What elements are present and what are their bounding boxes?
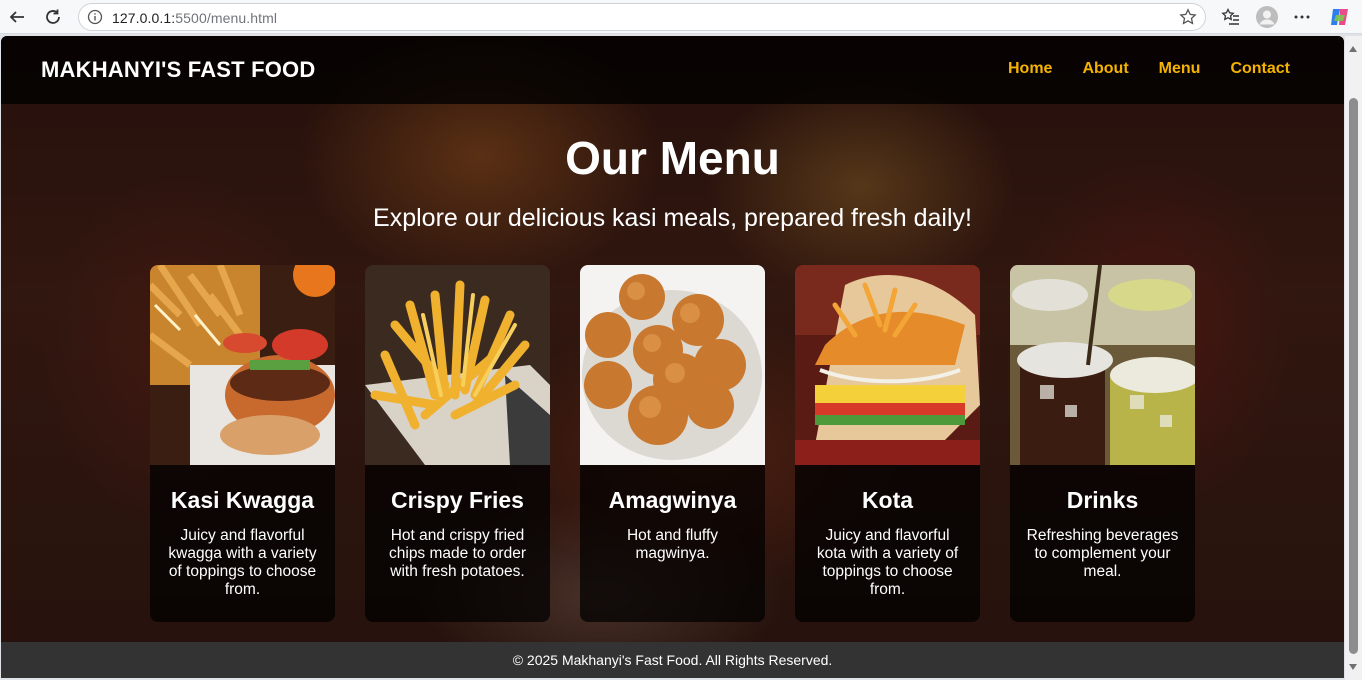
site-footer: © 2025 Makhanyi's Fast Food. All Rights … [1, 642, 1344, 678]
address-bar[interactable]: 127.0.0.1:5500/menu.html [78, 3, 1206, 31]
page-scrollbar[interactable] [1345, 36, 1362, 680]
site-info-icon[interactable] [87, 9, 103, 25]
profile-avatar-icon[interactable] [1255, 5, 1279, 29]
page-viewport: MAKHANYI'S FAST FOOD Home About Menu Con… [1, 36, 1344, 678]
menu-item-description: Hot and crispy fried chips made to order… [389, 527, 526, 580]
scrollbar-thumb[interactable] [1349, 98, 1358, 654]
nav-home-link[interactable]: Home [1008, 60, 1052, 78]
menu-item-name: Crispy Fries [391, 487, 524, 513]
menu-item-description: Hot and fluffy magwinya. [626, 527, 719, 562]
site-header: MAKHANYI'S FAST FOOD Home About Menu Con… [1, 36, 1344, 104]
page-title: Our Menu [565, 132, 780, 184]
browser-toolbar: 127.0.0.1:5500/menu.html [0, 0, 1362, 34]
menu-item-name: Amagwinya [608, 487, 737, 513]
menu-card-crispy-fries[interactable]: Crispy Fries Hot and crispy fried chips … [365, 265, 550, 622]
menu-item-name: Kasi Kwagga [170, 487, 315, 513]
back-arrow-icon[interactable] [5, 5, 29, 29]
scroll-down-arrow-icon[interactable] [1349, 664, 1357, 670]
site-logo[interactable]: MAKHANYI'S FAST FOOD [41, 57, 315, 83]
menu-item-description: Refreshing beverages to complement your … [1026, 527, 1179, 580]
menu-card-kota[interactable]: Kota Juicy and flavorful kota with a var… [795, 265, 980, 622]
menu-item-name: Kota [861, 487, 914, 513]
scroll-up-arrow-icon[interactable] [1349, 46, 1357, 52]
favorites-icon[interactable] [1219, 5, 1243, 29]
bookmark-star-icon[interactable] [1179, 8, 1197, 26]
menu-card-kasi-kwagga[interactable]: Kasi Kwagga Juicy and flavorful kwagga w… [150, 265, 335, 622]
kota-sandwich-photo [795, 265, 980, 465]
copyright-text: © 2025 Makhanyi's Fast Food. All Rights … [512, 652, 833, 668]
nav-contact-link[interactable]: Contact [1230, 60, 1290, 78]
vetkoek-bowl-photo [580, 265, 765, 465]
nav-about-link[interactable]: About [1082, 60, 1128, 78]
url-text: 127.0.0.1:5500/menu.html [112, 10, 278, 26]
burger-and-chips-photo [150, 265, 335, 465]
fries-basket-photo [365, 265, 550, 465]
copilot-icon[interactable] [1328, 5, 1352, 29]
main-nav: Home About Menu Contact [1008, 60, 1290, 78]
reload-icon[interactable] [41, 5, 65, 29]
menu-card-drinks[interactable]: Drinks Refreshing beverages to complemen… [1010, 265, 1195, 622]
nav-menu-link[interactable]: Menu [1159, 60, 1201, 78]
menu-item-description: Juicy and flavorful kwagga with a variet… [168, 527, 317, 598]
iced-drinks-photo [1010, 265, 1195, 465]
page-subtitle: Explore our delicious kasi meals, prepar… [373, 204, 972, 232]
menu-item-name: Drinks [1066, 487, 1139, 513]
more-menu-icon[interactable] [1290, 5, 1314, 29]
menu-card-amagwinya[interactable]: Amagwinya Hot and fluffy magwinya. [580, 265, 765, 622]
menu-item-description: Juicy and flavorful kota with a variety … [816, 527, 959, 598]
menu-cards: Kasi Kwagga Juicy and flavorful kwagga w… [150, 265, 1195, 622]
